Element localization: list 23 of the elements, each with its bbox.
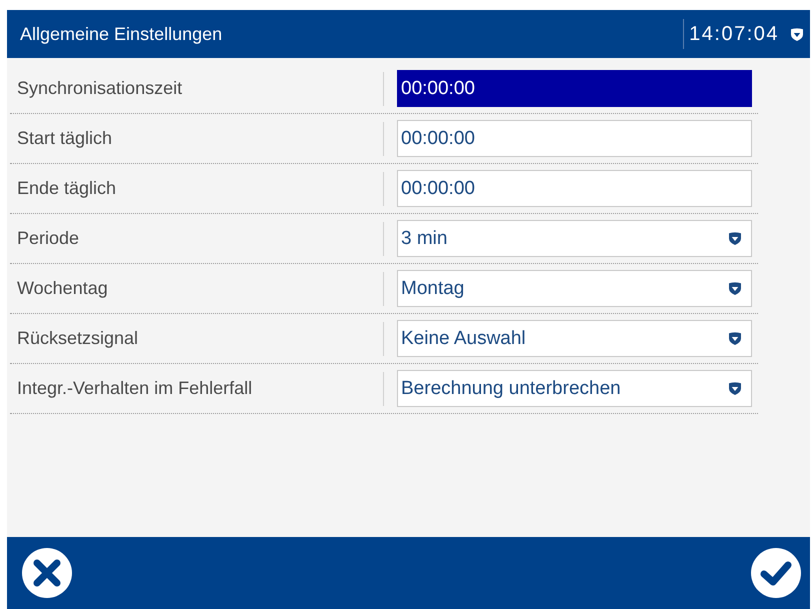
caret-down-icon[interactable]	[729, 282, 741, 295]
setting-label: Start täglich	[17, 128, 114, 149]
setting-label: Periode	[17, 228, 80, 249]
dropdown-field[interactable]: Keine Auswahl	[397, 320, 752, 357]
time-field[interactable]: 00:00:00	[397, 120, 752, 157]
screen-title: Allgemeine Einstellungen	[20, 24, 222, 44]
time-field[interactable]: 00:00:00	[397, 70, 752, 107]
setting-label: Integr.-Verhalten im Fehlerfall	[17, 378, 254, 399]
close-icon[interactable]	[22, 548, 72, 598]
time-field[interactable]: 00:00:00	[397, 170, 752, 207]
setting-label: Rücksetzsignal	[17, 328, 140, 349]
setting-label: Synchronisationszeit	[17, 78, 184, 99]
caret-down-icon[interactable]	[729, 232, 741, 245]
clock-time: 14:07:04	[689, 22, 779, 46]
caret-down-icon[interactable]	[729, 332, 741, 345]
dropdown-field[interactable]: Montag	[397, 270, 752, 307]
dropdown-field[interactable]: Berechnung unterbrechen	[397, 370, 752, 407]
setting-label: Wochentag	[17, 278, 109, 299]
setting-label: Ende täglich	[17, 178, 118, 199]
caret-down-icon[interactable]	[729, 382, 741, 395]
dropdown-field[interactable]: 3 min	[397, 220, 752, 257]
check-icon[interactable]	[751, 548, 801, 598]
caret-down-icon[interactable]	[791, 28, 803, 40]
